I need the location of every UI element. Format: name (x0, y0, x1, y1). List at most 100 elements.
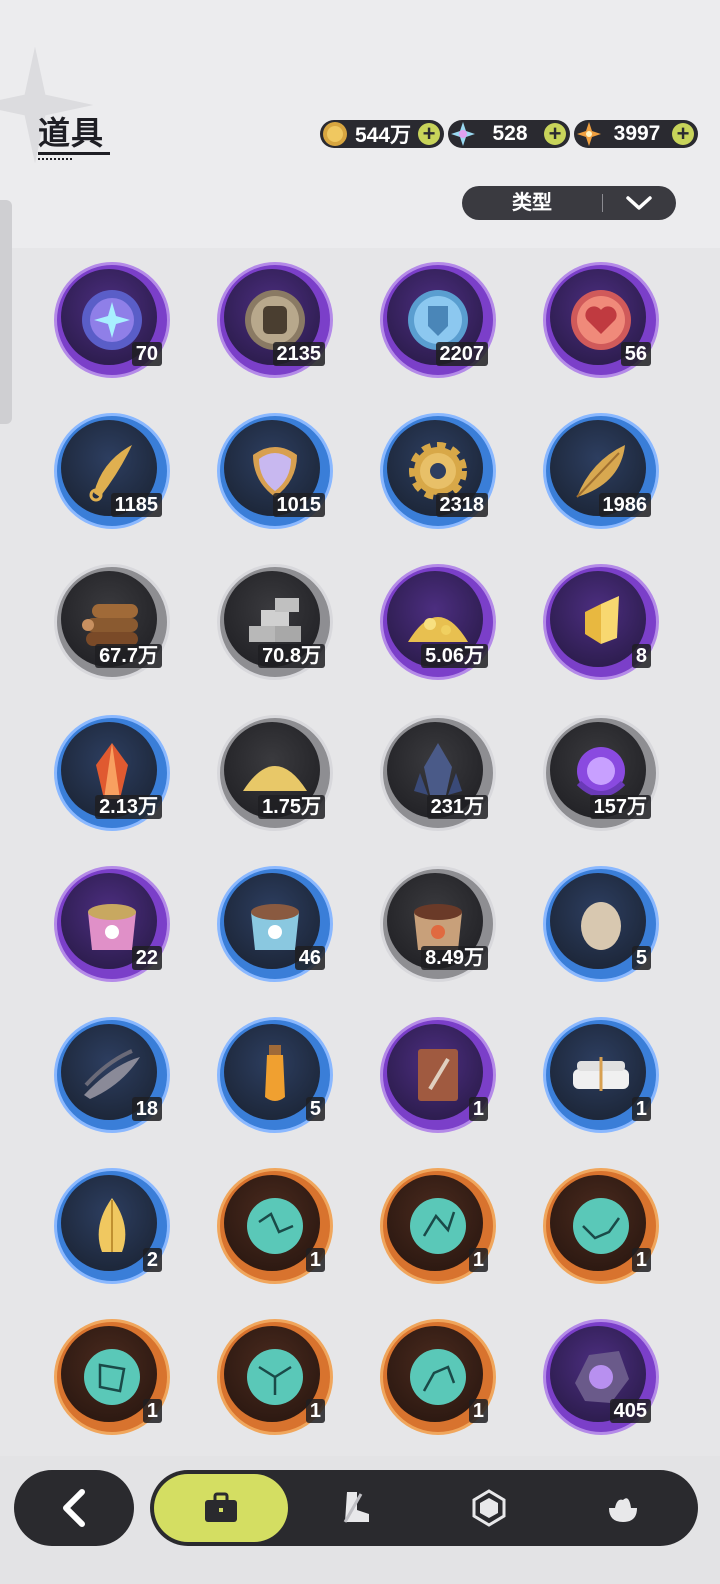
item-slot[interactable]: 1 (54, 1319, 170, 1435)
item-count: 70 (131, 342, 162, 366)
currency-crystals: 528 + (448, 120, 570, 148)
filter-divider (602, 194, 603, 212)
add-star-gems-button[interactable]: + (672, 123, 694, 145)
item-count: 8.49万 (421, 946, 488, 970)
item-count: 5 (631, 946, 651, 970)
item-count: 157万 (589, 795, 651, 819)
item-slot[interactable]: 1 (217, 1168, 333, 1284)
item-count: 1 (631, 1248, 651, 1272)
item-count: 1 (305, 1248, 325, 1272)
item-slot[interactable]: 8.49万 (380, 866, 496, 982)
item-count: 1015 (272, 493, 325, 517)
tab-food[interactable] (556, 1474, 690, 1542)
item-count: 70.8万 (258, 644, 325, 668)
item-slot[interactable]: 46 (217, 866, 333, 982)
constellation-orb-icon (247, 1349, 303, 1405)
back-button[interactable] (14, 1470, 134, 1546)
item-slot[interactable]: 8 (543, 564, 659, 680)
item-slot[interactable]: 70.8万 (217, 564, 333, 680)
briefcase-icon (205, 1492, 237, 1522)
item-count: 46 (294, 946, 325, 970)
item-slot[interactable]: 2207 (380, 262, 496, 378)
item-count: 1986 (598, 493, 651, 517)
cream-pot-icon (609, 1498, 637, 1522)
item-slot[interactable]: 2318 (380, 413, 496, 529)
item-slot[interactable]: 5.06万 (380, 564, 496, 680)
item-slot[interactable]: 1.75万 (217, 715, 333, 831)
currency-value: 544万 (354, 124, 412, 147)
bottom-nav-bar (150, 1470, 698, 1546)
gold-crystal-icon (585, 596, 619, 644)
star-gem-icon (577, 122, 601, 146)
constellation-orb-icon (247, 1198, 303, 1254)
item-count: 1185 (110, 493, 162, 517)
header-bar: 道具 544万 + 528 + 3997 + 类型 (0, 0, 720, 248)
item-slot[interactable]: 2.13万 (54, 715, 170, 831)
item-slot[interactable]: 18 (54, 1017, 170, 1133)
item-count: 2135 (272, 342, 325, 366)
add-coins-button[interactable]: + (418, 123, 440, 145)
item-count: 2318 (435, 493, 488, 517)
sword-book-icon (418, 1049, 458, 1101)
item-count: 1 (468, 1399, 488, 1423)
chevron-down-icon (626, 196, 652, 210)
item-count: 2 (142, 1248, 162, 1272)
tab-equipment[interactable] (288, 1474, 422, 1542)
yellow-leaf-icon (98, 1198, 126, 1252)
item-count: 2.13万 (95, 795, 162, 819)
white-towel-icon (573, 1057, 629, 1091)
item-slot[interactable]: 1986 (543, 413, 659, 529)
item-count: 1 (305, 1399, 325, 1423)
hexagon-gem-icon (472, 1489, 506, 1527)
item-count: 2207 (435, 342, 488, 366)
item-count: 56 (620, 342, 651, 366)
item-count: 8 (631, 644, 651, 668)
item-slot[interactable]: 70 (54, 262, 170, 378)
title-underline (38, 152, 110, 155)
item-slot[interactable]: 231万 (380, 715, 496, 831)
item-count: 1.75万 (258, 795, 325, 819)
item-slot[interactable]: 405 (543, 1319, 659, 1435)
item-slot[interactable]: 67.7万 (54, 564, 170, 680)
add-crystals-button[interactable]: + (544, 123, 566, 145)
item-slot[interactable]: 157万 (543, 715, 659, 831)
item-slot[interactable]: 2135 (217, 262, 333, 378)
item-slot[interactable]: 2 (54, 1168, 170, 1284)
tab-items[interactable] (154, 1474, 288, 1542)
item-slot[interactable]: 1 (380, 1017, 496, 1133)
item-count: 67.7万 (95, 644, 162, 668)
item-slot[interactable]: 1 (380, 1168, 496, 1284)
item-count: 405 (609, 1399, 651, 1423)
type-filter-dropdown[interactable]: 类型 (462, 186, 676, 220)
potion-vial-icon (265, 1045, 285, 1101)
item-count: 1 (468, 1097, 488, 1121)
constellation-orb-icon (410, 1198, 466, 1254)
item-slot[interactable]: 1 (217, 1319, 333, 1435)
title-dots (38, 158, 72, 162)
egg-icon (581, 902, 621, 950)
coin-icon (323, 122, 347, 146)
page-title: 道具 (38, 115, 105, 151)
item-count: 18 (131, 1097, 162, 1121)
item-slot[interactable]: 1 (543, 1017, 659, 1133)
constellation-orb-icon (410, 1349, 466, 1405)
item-count: 5 (305, 1097, 325, 1121)
item-count: 5.06万 (421, 644, 488, 668)
item-slot[interactable]: 5 (543, 866, 659, 982)
item-slot[interactable]: 1015 (217, 413, 333, 529)
item-slot[interactable]: 56 (543, 262, 659, 378)
constellation-orb-icon (84, 1349, 140, 1405)
item-count: 22 (131, 946, 162, 970)
back-arrow-icon (63, 1489, 85, 1527)
item-slot[interactable]: 22 (54, 866, 170, 982)
currency-coins: 544万 + (320, 120, 444, 148)
item-slot[interactable]: 1185 (54, 413, 170, 529)
item-slot[interactable]: 5 (217, 1017, 333, 1133)
tab-gems[interactable] (422, 1474, 556, 1542)
item-slot[interactable]: 1 (380, 1319, 496, 1435)
item-slot[interactable]: 1 (543, 1168, 659, 1284)
item-count: 1 (631, 1097, 651, 1121)
boot-sword-icon (343, 1492, 369, 1523)
filter-label: 类型 (512, 192, 552, 214)
item-count: 1 (468, 1248, 488, 1272)
